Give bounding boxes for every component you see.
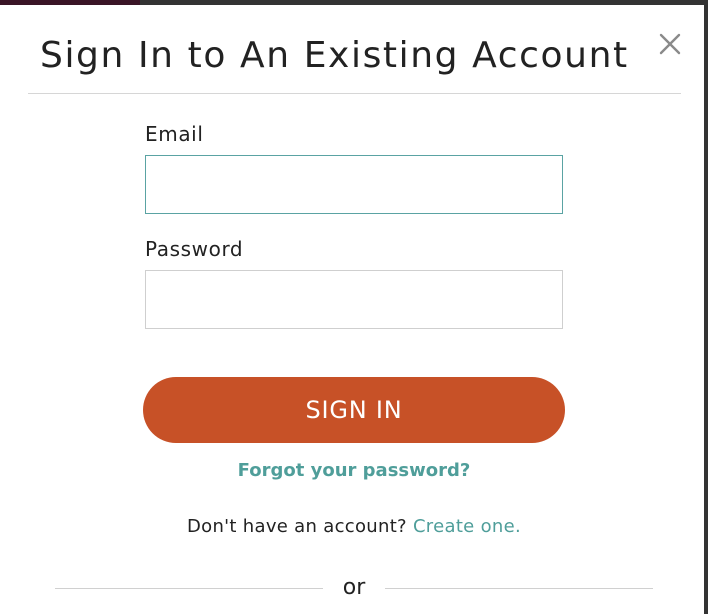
password-label: Password: [145, 237, 244, 261]
sign-in-modal: Sign In to An Existing Account Email Pas…: [0, 5, 704, 614]
password-field[interactable]: [145, 270, 563, 329]
close-icon[interactable]: [656, 30, 684, 58]
forgot-password-link[interactable]: Forgot your password?: [0, 460, 708, 481]
signup-prompt: Don't have an account?: [186, 516, 407, 537]
email-label: Email: [145, 122, 204, 146]
sign-in-button[interactable]: SIGN IN: [143, 377, 565, 443]
or-separator-label: or: [342, 575, 366, 600]
modal-title: Sign In to An Existing Account: [40, 35, 629, 76]
signup-prompt-line: Don't have an account? Create one.: [0, 516, 708, 537]
title-divider: [28, 93, 681, 94]
email-field[interactable]: [145, 155, 563, 214]
create-account-link[interactable]: Create one.: [413, 516, 521, 537]
